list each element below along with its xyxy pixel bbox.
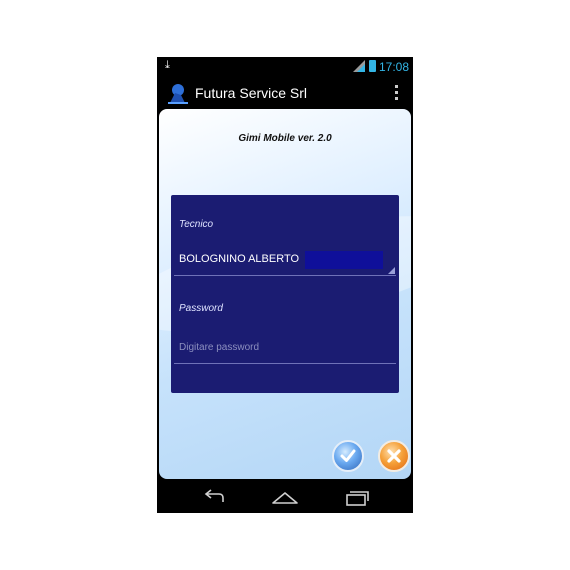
tecnico-label: Tecnico	[179, 219, 214, 230]
status-bar: ⤓ 17:08	[157, 57, 413, 77]
password-input[interactable]	[174, 332, 396, 364]
home-icon[interactable]	[270, 489, 300, 507]
company-logo-icon[interactable]	[167, 81, 189, 105]
tecnico-value: BOLOGNINO ALBERTO	[179, 253, 300, 265]
login-form: Tecnico BOLOGNINO ALBERTO Password	[171, 195, 399, 393]
cancel-button[interactable]	[378, 440, 410, 472]
spinner-arrow-icon	[388, 267, 395, 274]
checkmark-icon	[340, 449, 356, 462]
clock: 17:08	[379, 60, 410, 74]
navigation-bar	[157, 483, 413, 513]
login-panel: Gimi Mobile ver. 2.0 Tecnico BOLOGNINO A…	[159, 109, 411, 479]
back-icon[interactable]	[199, 489, 229, 507]
app-title: Futura Service Srl	[195, 85, 308, 101]
download-icon: ⤓	[165, 59, 170, 71]
action-bar: Futura Service Srl	[157, 77, 413, 110]
recent-apps-icon[interactable]	[342, 489, 372, 507]
selection-highlight	[305, 251, 383, 269]
phone-screen: ⤓ 17:08 Futura Service Srl Gimi Mobile v…	[157, 57, 413, 513]
battery-icon	[369, 60, 376, 72]
tecnico-spinner[interactable]: BOLOGNINO ALBERTO	[174, 247, 396, 276]
confirm-button[interactable]	[332, 440, 364, 472]
close-icon	[387, 449, 401, 463]
password-label: Password	[179, 303, 223, 314]
app-version-label: Gimi Mobile ver. 2.0	[238, 133, 332, 144]
overflow-menu-icon[interactable]	[395, 85, 399, 102]
signal-icon	[353, 60, 365, 72]
